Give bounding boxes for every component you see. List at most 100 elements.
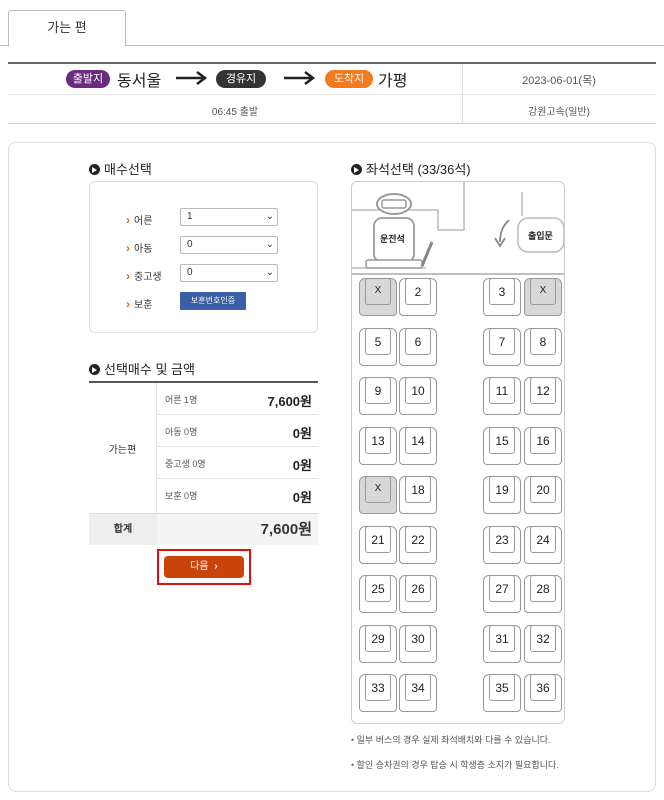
- seat-number: 19: [495, 483, 509, 497]
- seat-number: 26: [411, 582, 425, 596]
- bus-seat-map: 운전석 출입문 X 2 3 X 5 6 7 8 9 10 11 12 13 14 15 16 X 18 19 20 21…: [351, 181, 565, 724]
- price-row: 어른 1명 7,600원: [157, 383, 318, 415]
- chevron-right-icon: ›: [214, 561, 218, 572]
- arrival-city: 가평: [378, 73, 408, 90]
- price-row: 아동 0명 0원: [157, 415, 318, 447]
- veteran-auth-button[interactable]: 보훈번호인증: [180, 292, 246, 310]
- seat-number: 15: [495, 433, 509, 448]
- qty-label-student: 중고생: [126, 268, 162, 283]
- seat-available[interactable]: 5: [358, 327, 398, 367]
- seat-available[interactable]: 11: [482, 376, 522, 416]
- seat-number: 12: [536, 384, 550, 398]
- price-row: 중고생 0명 0원: [157, 447, 318, 479]
- price-row-value: 0원: [292, 458, 312, 473]
- seat-taken: X: [358, 475, 398, 515]
- seat-available[interactable]: 22: [398, 525, 438, 565]
- seat-number: 20: [536, 483, 550, 497]
- seat-number: X: [539, 285, 547, 296]
- via-badge: 경유지: [216, 70, 266, 88]
- departure-time: 06:45 출발: [211, 107, 259, 118]
- chevron-down-icon: ⌄: [265, 239, 274, 250]
- bus-company: 강원고속(일반): [528, 107, 590, 118]
- qty-select-child[interactable]: 0 ⌄: [180, 236, 278, 254]
- qty-label-child: 아동: [126, 240, 152, 255]
- seat-available[interactable]: 36: [523, 673, 563, 713]
- seat-available[interactable]: 19: [482, 475, 522, 515]
- seat-available[interactable]: 18: [398, 475, 438, 515]
- seat-available[interactable]: 30: [398, 624, 438, 664]
- seat-number: 6: [414, 334, 422, 349]
- route-summary: 출발지 동서울 경유지 도착지 가평 2023-06-01(목) 06:45 출…: [8, 62, 656, 124]
- price-title-text: 선택매수 및 금액: [104, 362, 195, 377]
- seat-number: X: [374, 483, 382, 494]
- price-row: 보훈 0명 0원: [157, 479, 318, 511]
- price-row-label: 보훈 0명: [165, 491, 198, 501]
- route-top-row: 출발지 동서울 경유지 도착지 가평 2023-06-01(목): [8, 64, 656, 95]
- notes: 일부 버스의 경우 실제 좌석배치와 다를 수 있습니다. 할인 승차권의 경우…: [351, 733, 651, 783]
- qty-row-student: 중고생 0 ⌄: [90, 264, 319, 288]
- seat-available[interactable]: 29: [358, 624, 398, 664]
- seat-taken: X: [523, 277, 563, 317]
- seat-number: 31: [495, 631, 509, 646]
- seat-available[interactable]: 33: [358, 673, 398, 713]
- seat-available[interactable]: 16: [523, 426, 563, 466]
- seat-available[interactable]: 31: [482, 624, 522, 664]
- seat-available[interactable]: 26: [398, 574, 438, 614]
- booking-panel: 매수선택 어른 1 ⌄ 아동 0 ⌄ 중고생 0 ⌄ 보훈 보훈번호인증: [8, 142, 656, 792]
- arrow-right-icon: [284, 71, 316, 85]
- tab-bar: 가는 편: [0, 0, 664, 47]
- seat-available[interactable]: 25: [358, 574, 398, 614]
- seat-number: 23: [495, 532, 509, 547]
- seat-available[interactable]: 13: [358, 426, 398, 466]
- qty-row-veteran: 보훈 보훈번호인증: [90, 292, 319, 316]
- seat-number: 28: [536, 582, 550, 596]
- price-total-row: 합계 7,600원: [89, 513, 318, 545]
- seat-available[interactable]: 2: [398, 277, 438, 317]
- seat-available[interactable]: 32: [523, 624, 563, 664]
- qty-label-adult: 어른: [126, 212, 152, 227]
- seat-number: 21: [371, 532, 385, 547]
- seat-number: 29: [371, 631, 385, 646]
- qty-select-student[interactable]: 0 ⌄: [180, 264, 278, 282]
- seat-number: 14: [411, 433, 425, 448]
- qty-select-adult[interactable]: 1 ⌄: [180, 208, 278, 226]
- seat-available[interactable]: 6: [398, 327, 438, 367]
- arrow-right-icon: [176, 71, 208, 85]
- price-table: 가는편 어른 1명 7,600원 아동 0명 0원 중고생 0명 0원 보훈 0…: [89, 381, 318, 545]
- seat-available[interactable]: 35: [482, 673, 522, 713]
- entrance-label: 출입문: [528, 231, 553, 241]
- seat-available[interactable]: 27: [482, 574, 522, 614]
- seat-number: 35: [495, 681, 509, 695]
- seat-available[interactable]: 20: [523, 475, 563, 515]
- seat-available[interactable]: 12: [523, 376, 563, 416]
- seat-available[interactable]: 15: [482, 426, 522, 466]
- seat-available[interactable]: 34: [398, 673, 438, 713]
- price-row-label: 어른 1명: [165, 395, 198, 405]
- seat-available[interactable]: 14: [398, 426, 438, 466]
- note-item: 일부 버스의 경우 실제 좌석배치와 다를 수 있습니다.: [351, 733, 651, 746]
- seat-available[interactable]: 8: [523, 327, 563, 367]
- trip-label: 가는편: [89, 383, 157, 513]
- seat-available[interactable]: 28: [523, 574, 563, 614]
- seat-number: 5: [374, 334, 382, 349]
- quantity-box: 어른 1 ⌄ 아동 0 ⌄ 중고생 0 ⌄ 보훈 보훈번호인증: [89, 181, 318, 333]
- price-section-title: 선택매수 및 금액: [89, 359, 195, 378]
- next-button[interactable]: 다음 ›: [164, 556, 244, 578]
- seat-available[interactable]: 9: [358, 376, 398, 416]
- seat-number: 9: [374, 384, 382, 398]
- price-row-label: 아동 0명: [165, 427, 198, 437]
- seat-available[interactable]: 10: [398, 376, 438, 416]
- qty-row-adult: 어른 1 ⌄: [90, 208, 319, 232]
- tab-outbound[interactable]: 가는 편: [8, 10, 126, 47]
- seat-taken: X: [358, 277, 398, 317]
- seat-available[interactable]: 24: [523, 525, 563, 565]
- seat-available[interactable]: 23: [482, 525, 522, 565]
- note-item: 할인 승차권의 경우 탑승 시 학생증 소지가 필요합니다.: [351, 758, 651, 771]
- route-bottom-row: 06:45 출발 강원고속(일반): [8, 95, 656, 125]
- seat-available[interactable]: 3: [482, 277, 522, 317]
- seat-number: 36: [536, 681, 550, 695]
- seat-available[interactable]: 7: [482, 327, 522, 367]
- seat-available[interactable]: 21: [358, 525, 398, 565]
- seat-title-text: 좌석선택 (33/36석): [366, 162, 471, 177]
- qty-row-child: 아동 0 ⌄: [90, 236, 319, 260]
